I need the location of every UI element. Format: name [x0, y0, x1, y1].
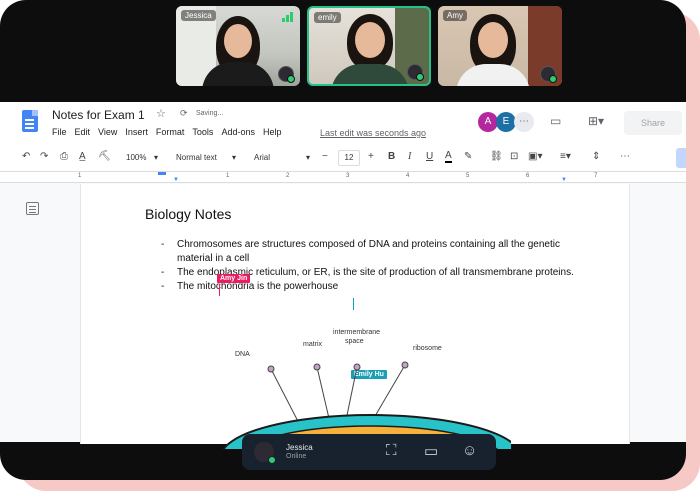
ruler-mark: 1	[226, 173, 230, 179]
mitochondria-illustration	[220, 361, 522, 480]
docs-editor: Notes for Exam 1 ☆ ⟳ Saving... File Edit…	[0, 102, 686, 480]
increase-font-button[interactable]: +	[368, 151, 374, 162]
collaborator-cursor-label: Amy Jin	[217, 274, 251, 283]
screen-share-icon[interactable]: ▭	[424, 442, 438, 460]
add-comment-icon[interactable]: ⊡	[510, 151, 518, 162]
formatting-toolbar: ↶ ↷ ⎙ A̲ ⛏ 100% ▾ Normal text ▾ Arial ▾ …	[0, 144, 686, 172]
ruler[interactable]: 1 1 2 3 4 5 6 7 ▼ ▼	[0, 172, 686, 183]
italic-icon[interactable]: I	[408, 151, 411, 162]
collaborator-avatar-a[interactable]: A	[478, 112, 498, 132]
document-heading[interactable]: Biology Notes	[145, 206, 231, 222]
signal-icon	[282, 12, 294, 22]
bullet-list: Chromosomes are structures composed of D…	[161, 238, 581, 294]
underline-icon[interactable]: U	[426, 151, 433, 162]
share-button[interactable]: Share	[624, 111, 682, 135]
diagram-label-space: space	[345, 338, 364, 345]
participant-face	[355, 22, 385, 58]
video-tile-emily[interactable]: emily	[307, 6, 431, 86]
ruler-mark: 3	[346, 173, 350, 179]
avatar	[407, 64, 424, 81]
docs-logo-icon[interactable]	[22, 110, 38, 132]
right-indent-handle[interactable]: ▼	[561, 177, 567, 183]
ruler-mark: 5	[466, 173, 470, 179]
font-size-input[interactable]: 12	[338, 150, 360, 166]
menu-file[interactable]: File	[52, 127, 67, 137]
bottom-control-bar: Jessica Online ⛶ ▭ ☺	[242, 434, 496, 470]
user-status: Online	[286, 453, 307, 460]
diagram-label-intermembrane: intermembrane	[333, 329, 381, 336]
font-select[interactable]: Arial	[254, 153, 270, 162]
undo-icon[interactable]: ↶	[22, 151, 30, 162]
avatar	[278, 66, 295, 83]
participant-face	[478, 22, 508, 58]
ruler-mark: 6	[526, 173, 530, 179]
comment-history-icon[interactable]: ▭	[550, 114, 561, 128]
first-line-indent-handle[interactable]	[158, 172, 166, 175]
spellcheck-icon[interactable]: A̲	[79, 151, 86, 162]
document-title[interactable]: Notes for Exam 1	[52, 108, 145, 122]
emoji-icon[interactable]: ☺	[462, 442, 477, 459]
mitochondria-diagram: DNA matrix intermembrane space ribosome	[211, 329, 522, 480]
collaborator-caret	[353, 298, 354, 310]
editing-mode-icon[interactable]	[676, 148, 686, 168]
style-select[interactable]: Normal text	[176, 153, 217, 162]
diagram-label-matrix: matrix	[303, 341, 323, 348]
zoom-chevron-down-icon[interactable]: ▾	[154, 153, 158, 162]
align-icon[interactable]: ≡▾	[560, 151, 571, 162]
menu-view[interactable]: View	[98, 127, 117, 137]
user-name: Jessica	[286, 443, 313, 452]
font-chevron-down-icon[interactable]: ▾	[306, 153, 310, 162]
ruler-mark: 4	[406, 173, 410, 179]
video-tile-jessica[interactable]: Jessica	[176, 6, 300, 86]
zoom-select[interactable]: 100%	[126, 153, 146, 162]
more-collaborators-icon[interactable]: ⋯	[514, 112, 534, 132]
redo-icon[interactable]: ↷	[40, 151, 48, 162]
document-page[interactable]: Biology Notes Chromosomes are structures…	[80, 184, 630, 480]
participant-body	[456, 64, 530, 86]
ruler-mark: 7	[594, 173, 598, 179]
participant-name: emily	[314, 12, 341, 23]
menu-help[interactable]: Help	[263, 127, 282, 137]
decrease-font-button[interactable]: −	[322, 151, 328, 162]
list-item[interactable]: Chromosomes are structures composed of D…	[161, 238, 581, 266]
avatar	[540, 66, 557, 83]
more-options-icon[interactable]: ⋯	[620, 151, 630, 162]
bold-icon[interactable]: B	[388, 151, 395, 162]
menu-addons[interactable]: Add-ons	[221, 127, 255, 137]
collaborator-avatar-e[interactable]: E	[496, 112, 516, 132]
ruler-mark: 2	[286, 173, 290, 179]
map-icon[interactable]: ⛶	[386, 442, 397, 459]
document-outline-icon[interactable]	[26, 202, 39, 215]
diagram-label-ribosome: ribosome	[413, 345, 442, 352]
highlight-icon[interactable]: ✎	[464, 151, 472, 162]
left-indent-handle[interactable]: ▼	[173, 177, 179, 183]
ruler-mark: 1	[78, 173, 82, 179]
menu-bar: File Edit View Insert Format Tools Add-o…	[52, 127, 289, 137]
insert-image-icon[interactable]: ▣▾	[528, 151, 542, 162]
style-chevron-down-icon[interactable]: ▾	[232, 153, 236, 162]
print-icon[interactable]: ⎙	[60, 151, 68, 162]
title-bar: Notes for Exam 1 ☆ ⟳ Saving... File Edit…	[0, 102, 686, 144]
menu-format[interactable]: Format	[156, 127, 185, 137]
participant-face	[224, 24, 252, 58]
video-tile-amy[interactable]: Amy	[438, 6, 562, 86]
paint-format-icon[interactable]: ⛏	[98, 151, 111, 162]
collaborator-caret	[219, 284, 220, 296]
link-icon[interactable]: ⛓	[490, 151, 503, 162]
saving-status: Saving...	[196, 110, 224, 117]
sync-icon: ⟳	[180, 108, 188, 118]
line-spacing-icon[interactable]: ⇕	[592, 151, 600, 162]
last-edit-link[interactable]: Last edit was seconds ago	[320, 128, 426, 138]
meet-present-icon[interactable]: ⊞▾	[588, 114, 604, 128]
participant-name: Amy	[443, 10, 467, 21]
participant-name: Jessica	[181, 10, 216, 21]
menu-tools[interactable]: Tools	[192, 127, 213, 137]
menu-insert[interactable]: Insert	[125, 127, 148, 137]
avatar[interactable]	[254, 442, 276, 464]
menu-edit[interactable]: Edit	[75, 127, 91, 137]
app-window: Jessica emily Amy Notes for Exam 1 ☆ ⟳ S…	[0, 0, 686, 480]
text-color-icon[interactable]: A	[445, 151, 452, 163]
diagram-label-dna: DNA	[235, 351, 250, 358]
star-icon[interactable]: ☆	[156, 107, 166, 120]
